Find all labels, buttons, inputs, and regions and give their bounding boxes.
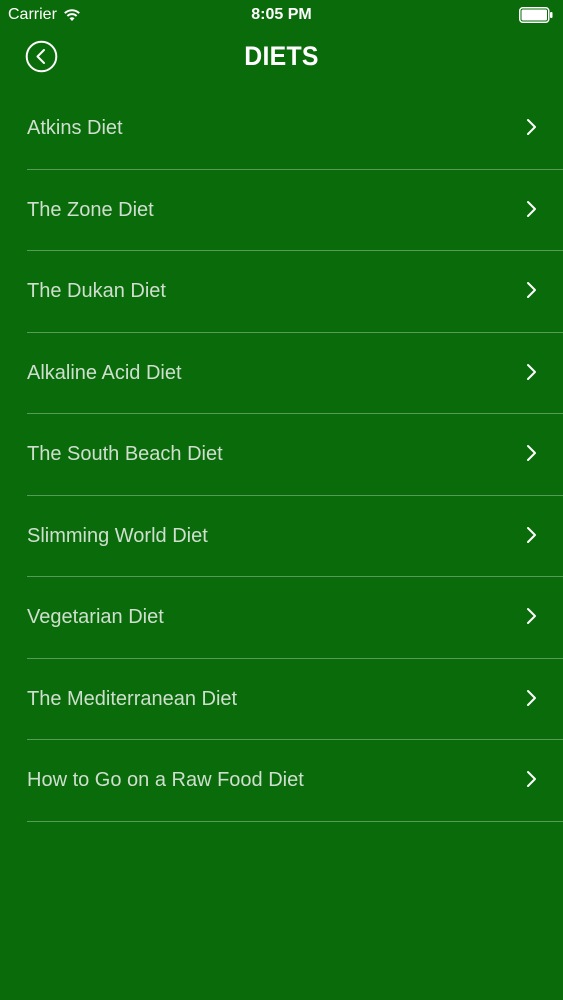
status-time: 8:05 PM [251, 6, 312, 23]
list-item-slimming-world-diet[interactable]: Slimming World Diet [0, 496, 563, 578]
chevron-right-icon [527, 200, 536, 217]
list-item-vegetarian-diet[interactable]: Vegetarian Diet [0, 577, 563, 659]
chevron-right-icon [527, 526, 536, 543]
diet-list: Atkins Diet The Zone Diet The Dukan Diet… [0, 88, 563, 822]
list-item-the-zone-diet[interactable]: The Zone Diet [0, 170, 563, 252]
chevron-right-icon [527, 689, 536, 706]
chevron-right-icon [527, 282, 536, 298]
nav-bar: DIETS [0, 30, 563, 88]
list-item-label: The South Beach Diet [27, 443, 223, 465]
chevron-right-icon [527, 119, 536, 135]
list-item-label: Alkaline Acid Diet [27, 361, 182, 384]
list-item-label: The Zone Diet [27, 198, 154, 221]
list-item-label: Slimming World Diet [27, 524, 208, 547]
chevron-right-icon [527, 445, 536, 461]
chevron-right-icon [527, 771, 536, 787]
chevron-right-icon [527, 608, 536, 624]
battery-icon [519, 7, 553, 23]
list-item-the-dukan-diet[interactable]: The Dukan Diet [0, 251, 563, 333]
chevron-right-icon [527, 363, 536, 380]
list-item-label: The Mediterranean Diet [27, 687, 238, 710]
list-item-the-south-beach-diet[interactable]: The South Beach Diet [0, 414, 563, 496]
status-bar: Carrier 8:05 PM [0, 0, 563, 30]
list-item-label: The Dukan Diet [27, 280, 166, 302]
list-item-label: Vegetarian Diet [27, 606, 164, 628]
list-item-the-mediterranean-diet[interactable]: The Mediterranean Diet [0, 659, 563, 741]
list-item-alkaline-acid-diet[interactable]: Alkaline Acid Diet [0, 333, 563, 415]
list-item-label: How to Go on a Raw Food Diet [27, 769, 304, 791]
page-title: DIETS [244, 41, 319, 71]
list-item-label: Atkins Diet [27, 117, 123, 139]
list-item-raw-food-diet[interactable]: How to Go on a Raw Food Diet [0, 740, 563, 822]
list-item-atkins-diet[interactable]: Atkins Diet [0, 88, 563, 170]
